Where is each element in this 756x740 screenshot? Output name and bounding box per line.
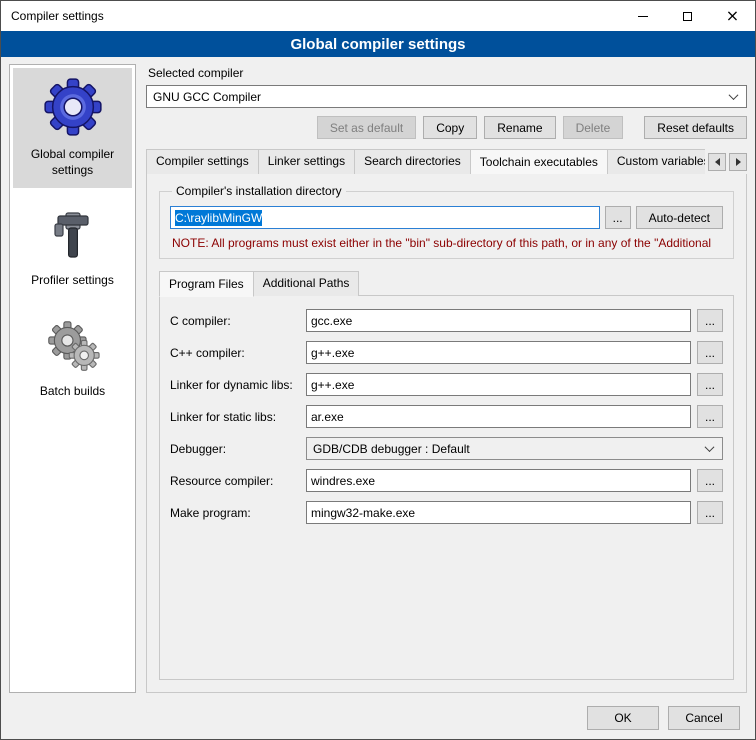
compiler-select[interactable]: GNU GCC Compiler bbox=[146, 85, 747, 108]
install-dir-group: Compiler's installation directory C:\ray… bbox=[159, 184, 734, 259]
install-dir-input[interactable]: C:\raylib\MinGW bbox=[170, 206, 600, 229]
copy-button[interactable]: Copy bbox=[423, 116, 477, 139]
maximize-button[interactable] bbox=[665, 1, 710, 31]
tab-additional-paths[interactable]: Additional Paths bbox=[253, 271, 360, 296]
minimize-button[interactable] bbox=[620, 1, 665, 31]
install-dir-group-title: Compiler's installation directory bbox=[172, 184, 346, 198]
sidebar-item-label: Global compiler settings bbox=[15, 147, 130, 178]
c-compiler-label: C++ compiler: bbox=[170, 346, 300, 360]
c-compiler-label: C compiler: bbox=[170, 314, 300, 328]
form-row: Linker for static libs:... bbox=[170, 405, 723, 428]
close-button[interactable]: × bbox=[710, 1, 755, 31]
set-as-default-button[interactable]: Set as default bbox=[317, 116, 416, 139]
linker-for-static-libs-input[interactable] bbox=[306, 405, 691, 428]
install-dir-browse-button[interactable]: ... bbox=[605, 206, 631, 229]
tab-toolchain-executables[interactable]: Toolchain executables bbox=[470, 149, 608, 174]
sidebar: Global compiler settings Profiler settin… bbox=[9, 64, 136, 693]
make-program-browse-button[interactable]: ... bbox=[697, 501, 723, 524]
program-files-panel: C compiler:...C++ compiler:...Linker for… bbox=[159, 295, 734, 680]
compiler-settings-window: Compiler settings × Global compiler sett… bbox=[0, 0, 756, 740]
window-controls: × bbox=[620, 1, 755, 31]
sidebar-item-profiler-settings[interactable]: Profiler settings bbox=[13, 200, 132, 299]
left-arrow-icon bbox=[715, 158, 720, 166]
right-arrow-icon bbox=[736, 158, 741, 166]
window-title: Compiler settings bbox=[1, 9, 104, 23]
dialog-footer: OK Cancel bbox=[1, 699, 755, 739]
form-row: Make program:... bbox=[170, 501, 723, 524]
tab-scroll-right-button[interactable] bbox=[729, 153, 747, 171]
form-row: C compiler:... bbox=[170, 309, 723, 332]
maximize-icon bbox=[683, 12, 692, 21]
linker-for-dynamic-libs-input[interactable] bbox=[306, 373, 691, 396]
c-compiler-browse-button[interactable]: ... bbox=[697, 309, 723, 332]
tabstrip-wrap: Compiler settingsLinker settingsSearch d… bbox=[146, 149, 747, 174]
install-dir-note: NOTE: All programs must exist either in … bbox=[172, 236, 721, 250]
close-icon: × bbox=[726, 8, 739, 24]
form-row: Debugger: GDB/CDB debugger : Default bbox=[170, 437, 723, 460]
linker-for-static-libs-label: Linker for static libs: bbox=[170, 410, 300, 424]
tab-scroll-left-button[interactable] bbox=[708, 153, 726, 171]
sidebar-item-batch-builds[interactable]: Batch builds bbox=[13, 311, 132, 410]
toolchain-executables-panel: Compiler's installation directory C:\ray… bbox=[146, 173, 747, 693]
titlebar: Compiler settings × bbox=[1, 1, 755, 31]
chevron-down-icon bbox=[705, 442, 715, 452]
c-compiler-input[interactable] bbox=[306, 309, 691, 332]
linker-for-dynamic-libs-label: Linker for dynamic libs: bbox=[170, 378, 300, 392]
debugger-select[interactable]: GDB/CDB debugger : Default bbox=[306, 437, 723, 460]
tab-search-directories[interactable]: Search directories bbox=[354, 149, 471, 174]
linker-for-dynamic-libs-browse-button[interactable]: ... bbox=[697, 373, 723, 396]
c-compiler-browse-button[interactable]: ... bbox=[697, 341, 723, 364]
rename-button[interactable]: Rename bbox=[484, 116, 555, 139]
tab-compiler-settings[interactable]: Compiler settings bbox=[146, 149, 259, 174]
compiler-select-value: GNU GCC Compiler bbox=[153, 90, 724, 104]
make-program-label: Make program: bbox=[170, 506, 300, 520]
ok-button[interactable]: OK bbox=[587, 706, 659, 730]
tab-scroll-arrows bbox=[705, 153, 747, 174]
main-panel: Selected compiler GNU GCC Compiler Set a… bbox=[146, 64, 747, 693]
blue-gear-icon bbox=[43, 77, 103, 140]
profiler-tool-icon bbox=[48, 209, 98, 266]
sidebar-item-label: Batch builds bbox=[40, 384, 105, 400]
resource-compiler-input[interactable] bbox=[306, 469, 691, 492]
toolchain-form: C compiler:...C++ compiler:...Linker for… bbox=[170, 309, 723, 524]
minimize-icon bbox=[638, 16, 648, 17]
form-row: Linker for dynamic libs:... bbox=[170, 373, 723, 396]
resource-compiler-browse-button[interactable]: ... bbox=[697, 469, 723, 492]
sidebar-item-label: Profiler settings bbox=[31, 273, 114, 289]
delete-button[interactable]: Delete bbox=[563, 116, 624, 139]
form-row: C++ compiler:... bbox=[170, 341, 723, 364]
inner-tab-strip: Program FilesAdditional Paths bbox=[159, 271, 734, 296]
tab-linker-settings[interactable]: Linker settings bbox=[258, 149, 355, 174]
install-dir-row: C:\raylib\MinGW ... Auto-detect bbox=[170, 206, 723, 229]
auto-detect-button[interactable]: Auto-detect bbox=[636, 206, 723, 229]
compiler-buttons: Set as default Copy Rename Delete Reset defa… bbox=[146, 116, 747, 139]
install-dir-value: C:\raylib\MinGW bbox=[175, 210, 262, 226]
linker-for-static-libs-browse-button[interactable]: ... bbox=[697, 405, 723, 428]
make-program-input[interactable] bbox=[306, 501, 691, 524]
debugger-select-value: GDB/CDB debugger : Default bbox=[313, 442, 700, 456]
dialog-content: Global compiler settings Profiler settin… bbox=[1, 57, 755, 699]
reset-defaults-button[interactable]: Reset defaults bbox=[644, 116, 747, 139]
gray-gears-icon bbox=[45, 320, 101, 377]
tab-custom-variables[interactable]: Custom variables bbox=[607, 149, 705, 174]
c-compiler-input[interactable] bbox=[306, 341, 691, 364]
resource-compiler-label: Resource compiler: bbox=[170, 474, 300, 488]
tab-program-files[interactable]: Program Files bbox=[159, 271, 254, 297]
cancel-button[interactable]: Cancel bbox=[668, 706, 740, 730]
sidebar-item-global-compiler-settings[interactable]: Global compiler settings bbox=[13, 68, 132, 188]
selected-compiler-label: Selected compiler bbox=[148, 66, 747, 80]
page-title: Global compiler settings bbox=[1, 31, 755, 57]
form-row: Resource compiler:... bbox=[170, 469, 723, 492]
tab-strip: Compiler settingsLinker settingsSearch d… bbox=[146, 149, 705, 174]
debugger-label: Debugger: bbox=[170, 442, 300, 456]
chevron-down-icon bbox=[729, 90, 739, 100]
